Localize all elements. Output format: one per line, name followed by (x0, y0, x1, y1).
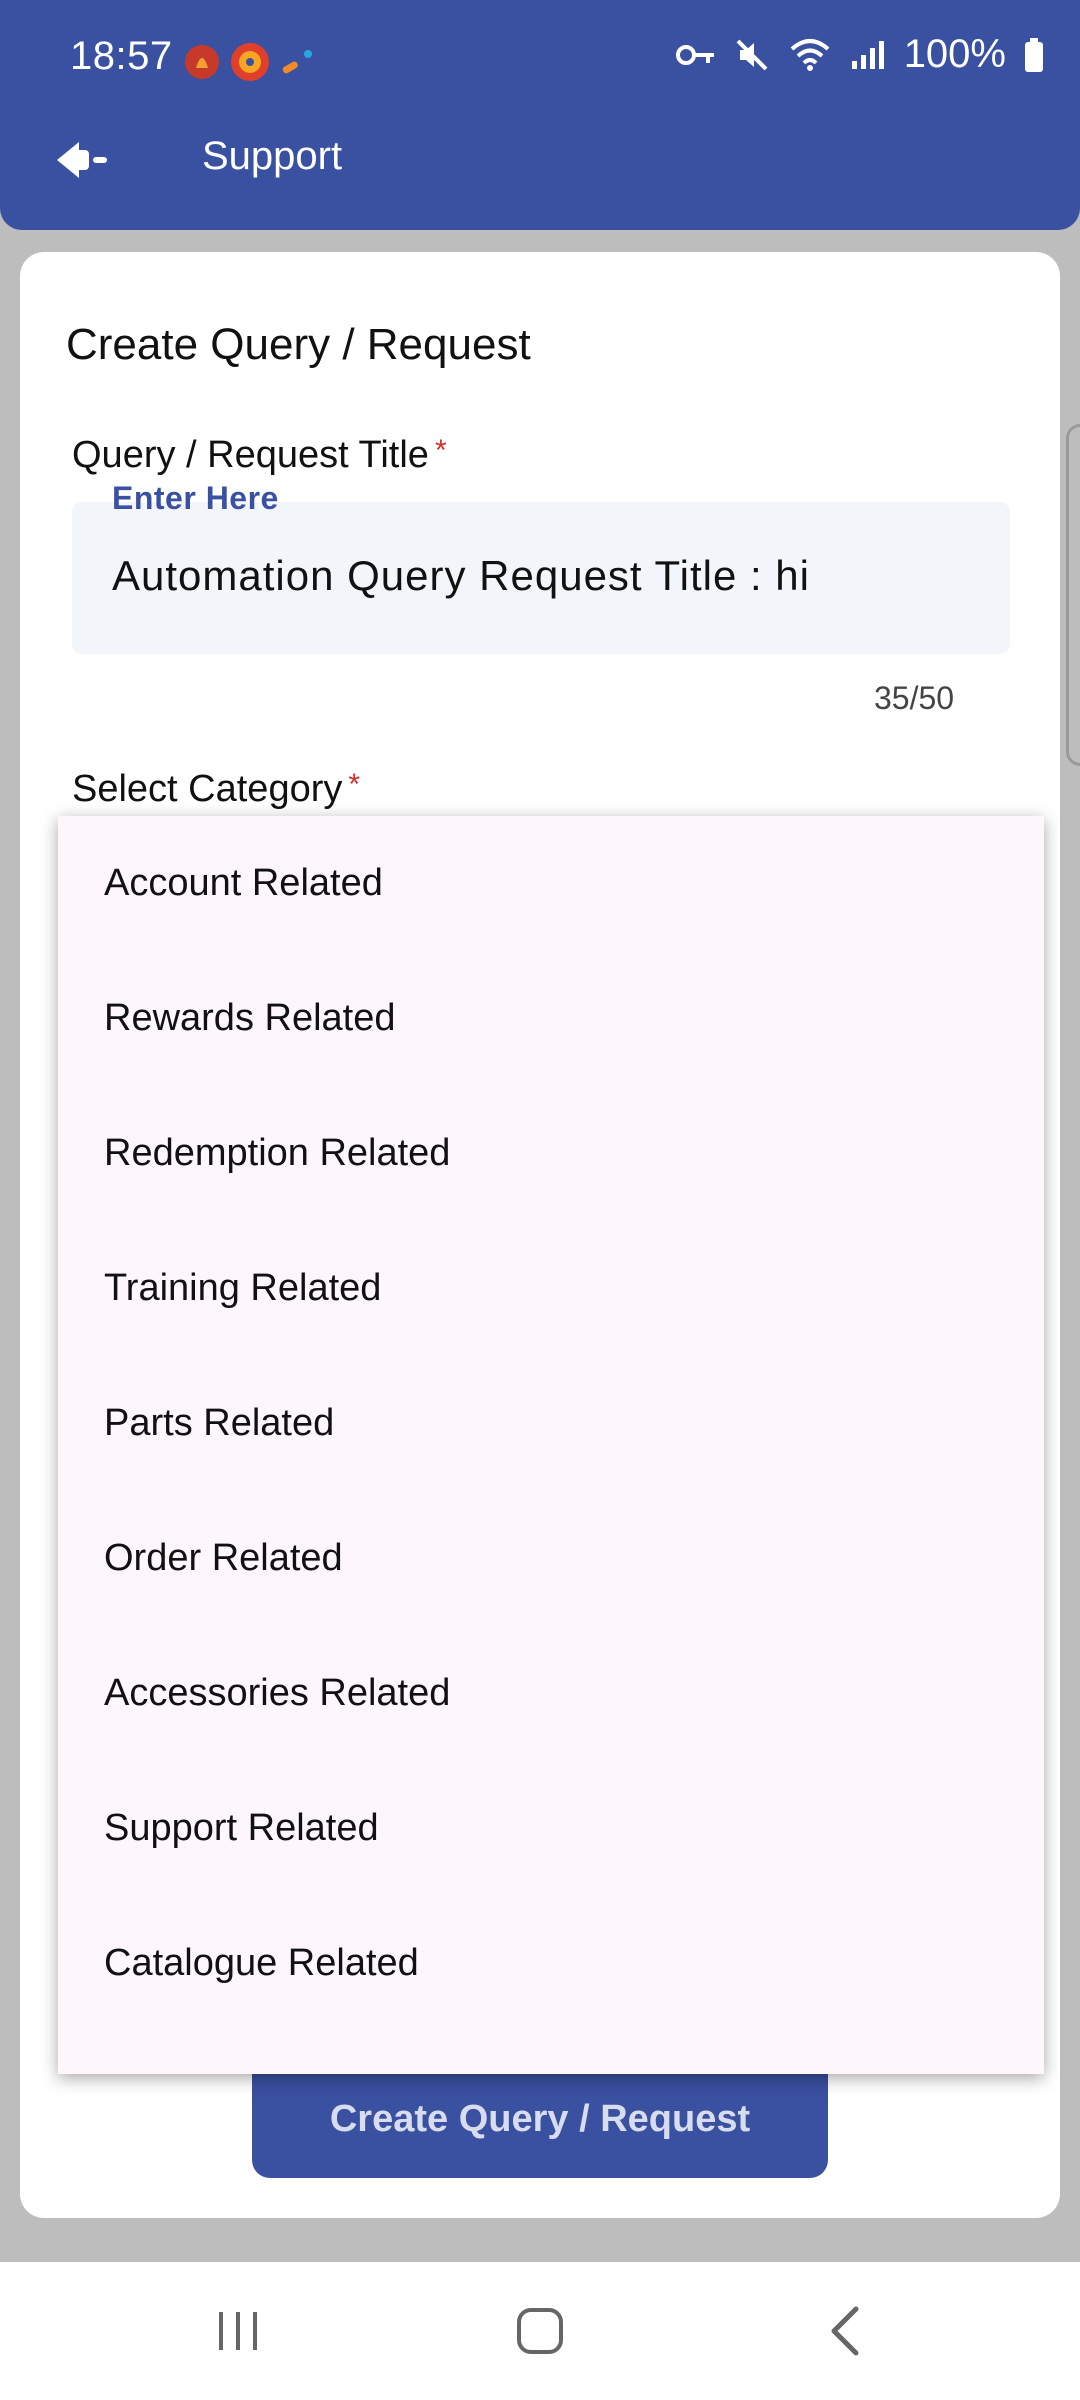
dropdown-option-training[interactable]: Training Related (58, 1221, 1044, 1356)
dropdown-option-accessories[interactable]: Accessories Related (58, 1626, 1044, 1761)
recent-apps-icon (219, 2312, 257, 2350)
back-arrow-icon (57, 142, 107, 178)
scroll-indicator[interactable] (1066, 424, 1080, 766)
title-input-value[interactable]: Automation Query Request Title : hi (112, 552, 810, 600)
dropdown-option-rewards[interactable]: Rewards Related (58, 951, 1044, 1086)
status-right-group: 100% (675, 32, 1044, 77)
status-time: 18:57 (70, 34, 173, 78)
home-button[interactable] (480, 2262, 600, 2400)
home-icon (517, 2308, 563, 2354)
title-input-floating-label: Enter Here (112, 480, 279, 516)
create-query-button[interactable]: Create Query / Request (252, 2060, 828, 2178)
back-icon (831, 2306, 859, 2356)
paint-notification-icon (282, 50, 312, 74)
title-field-label: Query / Request Title * (72, 434, 447, 477)
notification-icons (182, 40, 322, 84)
character-counter: 35/50 (874, 680, 955, 716)
app-notification-icon (185, 45, 219, 79)
battery-icon (1025, 37, 1043, 72)
category-field-label: Select Category * (72, 768, 360, 811)
mute-icon (736, 39, 768, 70)
wifi-icon (790, 38, 830, 71)
title-field-label-text: Query / Request Title (72, 434, 429, 476)
dropdown-option-redemption[interactable]: Redemption Related (58, 1086, 1044, 1221)
system-navigation-bar (0, 2262, 1080, 2400)
category-field-label-text: Select Category (72, 768, 343, 810)
recent-apps-button[interactable] (178, 2262, 298, 2400)
dropdown-option-order[interactable]: Order Related (58, 1491, 1044, 1626)
required-mark: * (434, 434, 447, 467)
back-button[interactable] (48, 132, 118, 188)
form-title: Create Query / Request (66, 320, 531, 369)
status-bar: 18:57 100% (0, 0, 1080, 120)
system-back-button[interactable] (784, 2262, 904, 2400)
dropdown-option-parts[interactable]: Parts Related (58, 1356, 1044, 1491)
header-title: Support (202, 134, 343, 178)
dropdown-option-support[interactable]: Support Related (58, 1761, 1044, 1896)
app-header: 18:57 100% Support (0, 0, 1080, 230)
dropdown-option-account[interactable]: Account Related (58, 816, 1044, 951)
key-icon (675, 44, 714, 65)
game-notification-icon (231, 43, 269, 81)
category-dropdown-menu: Account Related Rewards Related Redempti… (58, 816, 1044, 2074)
signal-icon (851, 40, 884, 69)
battery-percentage: 100% (903, 32, 1006, 76)
dropdown-option-catalogue[interactable]: Catalogue Related (58, 1896, 1044, 2031)
required-mark: * (348, 768, 361, 801)
